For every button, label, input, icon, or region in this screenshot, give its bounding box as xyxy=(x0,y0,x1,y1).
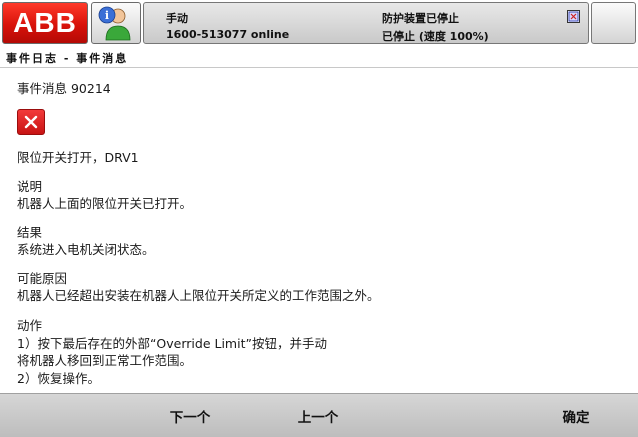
quickset-user-button[interactable]: i xyxy=(91,2,141,44)
consequence-text: 系统进入电机关闭状态。 xyxy=(17,242,155,257)
command-bar: 下一个 上一个 确定 xyxy=(0,393,638,437)
running-task-icon xyxy=(567,10,580,23)
status-panel[interactable]: 手动 1600-513077 online 防护装置已停止 已停止 (速度 10… xyxy=(143,2,589,44)
svg-text:i: i xyxy=(105,9,109,22)
close-view-button[interactable] xyxy=(591,2,636,44)
controller-state: 防护装置已停止 xyxy=(382,12,459,25)
error-icon xyxy=(17,109,45,135)
action-line: 2）恢复操作。 xyxy=(17,371,100,386)
consequence-label: 结果 xyxy=(17,225,43,240)
ok-button[interactable]: 确定 xyxy=(528,394,624,437)
abb-logo: ABB xyxy=(13,7,77,38)
view-title: 事件日志 - 事件消息 xyxy=(6,52,129,65)
user-info-icon: i xyxy=(98,6,131,41)
speed-status: 已停止 (速度 100%) xyxy=(382,30,489,43)
event-headline: 限位开关打开，DRV1 xyxy=(17,150,139,165)
abb-menu-button[interactable]: ABB xyxy=(2,2,88,44)
next-button[interactable]: 下一个 xyxy=(140,394,240,437)
causes-text: 机器人已经超出安装在机器人上限位开关所定义的工作范围之外。 xyxy=(17,288,380,303)
causes-label: 可能原因 xyxy=(17,271,68,286)
description-label: 说明 xyxy=(17,179,43,194)
description-text: 机器人上面的限位开关已打开。 xyxy=(17,196,193,211)
actions-label: 动作 xyxy=(17,318,43,333)
event-message-content: 事件消息 90214 限位开关打开，DRV1 说明 机器人上面的限位开关已打开。… xyxy=(0,69,638,393)
controller-name: 1600-513077 online xyxy=(166,28,290,41)
action-line: 1）按下最后存在的外部“Override Limit”按钮，并手动 xyxy=(17,336,327,351)
operating-mode: 手动 xyxy=(166,12,188,25)
action-line: 将机器人移回到正常工作范围。 xyxy=(17,353,193,368)
event-number: 事件消息 90214 xyxy=(17,81,111,96)
view-title-bar: 事件日志 - 事件消息 xyxy=(0,46,638,68)
previous-button[interactable]: 上一个 xyxy=(268,394,368,437)
top-bar: ABB i 手动 1600-513077 online 防护装置已停止 已停止 … xyxy=(0,0,638,46)
